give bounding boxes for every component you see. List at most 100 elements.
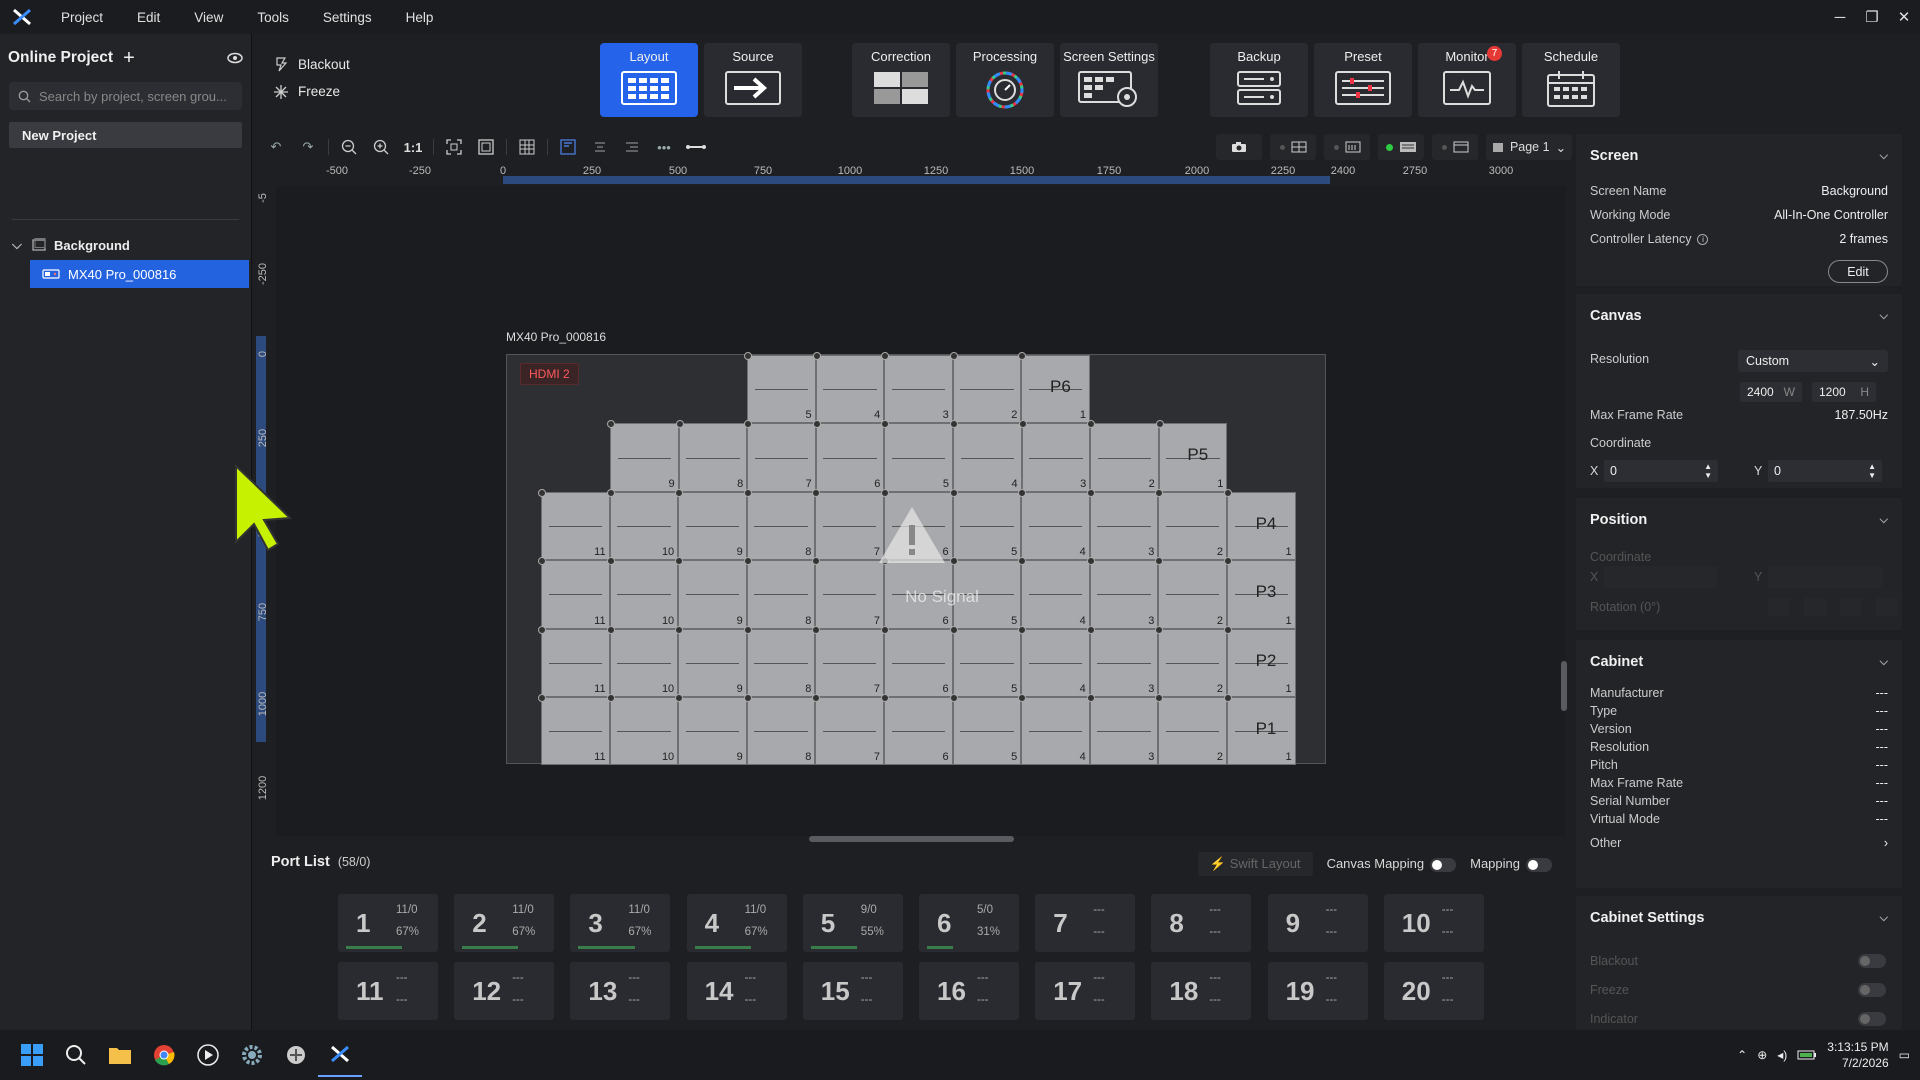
search-input[interactable]: Search by project, screen grou... (9, 82, 242, 110)
volume-icon[interactable]: ◂) (1777, 1048, 1787, 1062)
spinner-icon[interactable]: ▲ ▼ (1868, 462, 1876, 480)
cabinet-tile[interactable]: 8 (743, 625, 816, 697)
other-row[interactable]: Other › (1576, 832, 1902, 854)
tree-item-controller[interactable]: MX40 Pro_000816 (30, 260, 249, 288)
cabinet-tile[interactable]: 2 (1155, 625, 1227, 697)
cabinet-tile[interactable]: 3 (1018, 420, 1091, 492)
port-card[interactable]: 16 --- --- (919, 962, 1019, 1020)
menu-tools[interactable]: Tools (240, 10, 306, 25)
app-icon[interactable] (274, 1033, 318, 1077)
port-card[interactable]: 9 --- --- (1267, 894, 1368, 952)
blackout-button[interactable]: Blackout (274, 56, 350, 72)
chevron-down-icon[interactable]: ⌵ (1880, 912, 1888, 925)
cabinet-tile[interactable]: 5 (949, 488, 1022, 561)
port-card[interactable]: 19 --- --- (1267, 962, 1368, 1020)
menu-settings[interactable]: Settings (306, 10, 389, 25)
cabinet-tile[interactable]: 11 (538, 694, 610, 766)
cabinet-tile[interactable]: 4 (950, 420, 1022, 492)
port-card[interactable]: 6 5/0 31% (919, 894, 1019, 952)
port-card[interactable]: 18 --- --- (1151, 962, 1252, 1020)
edit-button[interactable]: Edit (1828, 260, 1888, 283)
cabinet-tile[interactable]: 6 (881, 694, 953, 766)
close-icon[interactable]: ✕ (1888, 0, 1920, 34)
start-icon[interactable] (10, 1033, 54, 1077)
cabinet-tile[interactable]: 6 (881, 625, 953, 697)
port-card[interactable]: 13 --- --- (570, 962, 671, 1020)
cabinet-tile[interactable]: 3 (1086, 488, 1159, 561)
cabinet-tile[interactable]: 4 (812, 352, 885, 424)
port-card[interactable]: 12 --- --- (454, 962, 555, 1020)
backup-button[interactable]: Backup (1210, 43, 1308, 117)
zoom-in-icon[interactable] (365, 134, 397, 160)
cabinet-tile[interactable]: 5 (881, 420, 953, 492)
cabinet-tile[interactable]: 10 (606, 488, 679, 561)
cabinet-tile[interactable]: 6 (812, 420, 885, 492)
port-card[interactable]: 10 --- --- (1383, 894, 1484, 952)
cabinet-tile[interactable]: 7 (812, 557, 884, 629)
canvas-mapping-switch[interactable] (1430, 857, 1457, 872)
redo-icon[interactable]: ↷ (292, 134, 324, 160)
chevron-up-icon[interactable]: ⌃ (1737, 1048, 1747, 1062)
settings-gear-icon[interactable] (230, 1033, 274, 1077)
source-button[interactable]: Source (704, 43, 802, 117)
menu-project[interactable]: Project (44, 10, 120, 25)
cabinet-tile[interactable]: 8 (675, 420, 748, 492)
page-select[interactable]: Page 1 ⌄ (1486, 134, 1572, 160)
search-icon[interactable] (54, 1033, 98, 1077)
minimize-icon[interactable]: ─ (1824, 0, 1856, 34)
processing-button[interactable]: Processing (956, 43, 1054, 117)
cabinet-tile[interactable]: 7 (812, 488, 884, 561)
connect-line-icon[interactable] (680, 134, 712, 160)
align-center-icon[interactable] (584, 134, 616, 160)
cabinet-tile[interactable]: 2 (1155, 557, 1227, 629)
more-icon[interactable]: ••• (648, 134, 680, 160)
led-screen[interactable]: HDMI 2 5 4 3 2 1 P6 9 8 7 6 5 4 3 2 1 P5 11 10 9 8 7 6 5 4 3 2 1 P4… (506, 352, 1326, 766)
resolution-select[interactable]: Custom ⌄ (1738, 350, 1888, 372)
cabinet-tile[interactable]: 4 (1018, 488, 1090, 561)
camera-icon[interactable] (1216, 134, 1262, 160)
layout-button[interactable]: Layout (600, 43, 698, 117)
info-icon[interactable]: i (1697, 233, 1709, 245)
cabinet-tile[interactable]: 9 (675, 625, 747, 697)
cabinet-tile[interactable]: 4 (1018, 557, 1090, 629)
cabinet-tile[interactable]: 9 (675, 488, 747, 561)
eye-icon[interactable] (227, 52, 243, 64)
cabinet-tile[interactable]: 9 (675, 557, 747, 629)
align-right-icon[interactable] (616, 134, 648, 160)
schedule-button[interactable]: Schedule (1522, 43, 1620, 117)
port-card[interactable]: 1 11/0 67% (338, 894, 438, 952)
port-card[interactable]: 8 --- --- (1151, 894, 1252, 952)
layout-canvas[interactable]: MX40 Pro_000816 HDMI 2 5 4 3 2 1 P6 9 8 7 6 5 4 3 2 1 P… (276, 186, 1567, 842)
mapping-switch[interactable] (1526, 857, 1552, 872)
cabinet-tile[interactable]: 2 (1087, 420, 1159, 492)
cabinet-tile[interactable]: 3 (1086, 625, 1159, 697)
menu-view[interactable]: View (177, 10, 240, 25)
align-left-icon[interactable] (552, 134, 584, 160)
cabinet-tile[interactable]: 8 (743, 694, 816, 766)
novastar-app-icon[interactable] (318, 1033, 362, 1077)
screen-settings-button[interactable]: Screen Settings (1060, 43, 1158, 117)
cabinet-tile[interactable]: 3 (881, 352, 953, 424)
media-player-icon[interactable] (186, 1033, 230, 1077)
view-mode-2-button[interactable] (1324, 134, 1370, 160)
cabinet-tile[interactable]: 5 (949, 694, 1022, 766)
cabinet-tile[interactable]: 2 (1155, 488, 1227, 561)
cabinet-tile[interactable]: 5 (949, 625, 1022, 697)
undo-icon[interactable]: ↶ (260, 134, 292, 160)
cabinet-tile[interactable]: 7 (744, 420, 816, 492)
port-card[interactable]: 11 --- --- (338, 962, 438, 1020)
menu-help[interactable]: Help (389, 10, 451, 25)
cabinet-tile[interactable]: 2 (949, 352, 1022, 424)
cabinet-tile[interactable]: 2 (1155, 694, 1227, 766)
port-card[interactable]: 7 --- --- (1035, 894, 1136, 952)
view-mode-1-button[interactable] (1270, 134, 1316, 160)
network-icon[interactable]: ⊕ (1757, 1048, 1767, 1062)
chrome-icon[interactable] (142, 1033, 186, 1077)
cabinet-tile[interactable]: 11 (538, 557, 610, 629)
freeze-button[interactable]: Freeze (274, 84, 340, 99)
cabinet-tile[interactable]: 3 (1086, 557, 1159, 629)
view-mode-3-button[interactable] (1378, 134, 1424, 160)
x-input[interactable]: 0 ▲ ▼ (1604, 460, 1718, 482)
chevron-down-icon[interactable]: ⌵ (12, 237, 26, 253)
port-card[interactable]: 14 --- --- (686, 962, 787, 1020)
